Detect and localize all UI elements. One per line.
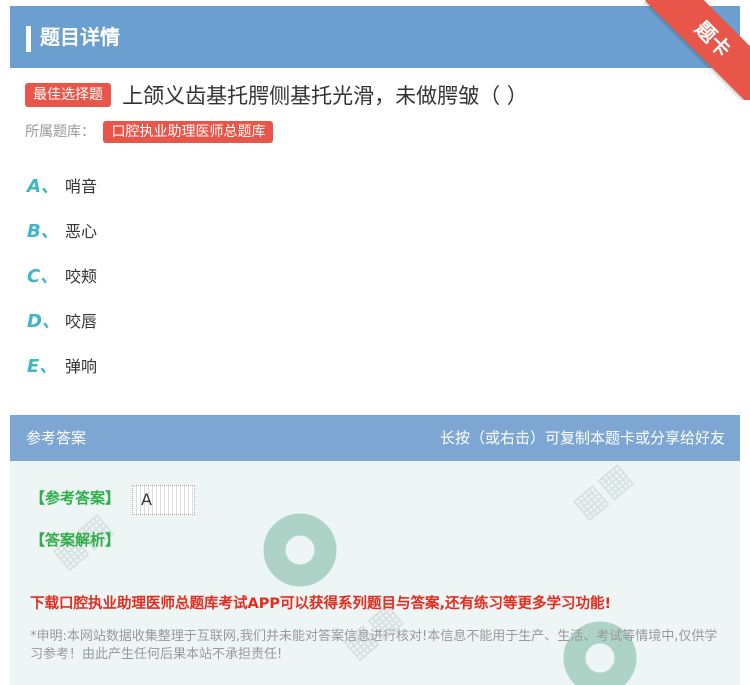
option-letter: D、 xyxy=(27,311,60,332)
page-header: 题目详情 xyxy=(10,6,740,68)
option-letter: E、 xyxy=(27,356,58,377)
page-title: 题目详情 xyxy=(40,25,120,49)
question: 最佳选择题 上颌义齿基托腭侧基托光滑，未做腭皱（ ） xyxy=(25,80,725,110)
source-library-link[interactable]: 口腔执业助理医师总题库 xyxy=(103,121,274,143)
answer-section-title: 参考答案 xyxy=(26,429,87,447)
option-letter: B、 xyxy=(27,221,59,242)
download-app-link[interactable]: 下载口腔执业助理医师总题库考试APP可以获得系列题目与答案,还有练习等更多学习功… xyxy=(30,592,611,613)
header-accent-bar xyxy=(26,26,31,52)
analysis-label: 【答案解析】 xyxy=(30,531,121,549)
options-list: A、 哨音 B、 恶心 C、 咬颊 D、 咬唇 E、 弹响 xyxy=(27,173,97,398)
option-c[interactable]: C、 咬颊 xyxy=(27,263,97,308)
option-e[interactable]: E、 弹响 xyxy=(27,353,97,398)
answer-section-body: ▦▦ ▦▦ ▦▦ 【参考答案】 A 【答案解析】 下载口腔执业助理医师总题库考试… xyxy=(10,461,740,685)
option-text: 咬唇 xyxy=(65,312,98,331)
option-letter: A、 xyxy=(27,176,59,197)
answer-label: 【参考答案】 xyxy=(30,489,121,507)
option-b[interactable]: B、 恶心 xyxy=(27,218,97,263)
option-text: 恶心 xyxy=(65,222,98,241)
answer-image: A xyxy=(132,485,195,515)
option-text: 弹响 xyxy=(65,357,98,376)
source-label: 所属题库： xyxy=(25,124,95,140)
option-text: 哨音 xyxy=(65,177,98,196)
question-type-tag: 最佳选择题 xyxy=(25,83,111,107)
question-source: 所属题库： 口腔执业助理医师总题库 xyxy=(25,121,274,143)
disclaimer: *申明:本网站数据收集整理于互联网,我们并未能对答案信息进行核对!本信息不能用于… xyxy=(30,629,718,662)
option-d[interactable]: D、 咬唇 xyxy=(27,308,97,353)
option-text: 咬颊 xyxy=(65,267,98,286)
option-letter: C、 xyxy=(27,266,59,287)
watermark-logo-icon xyxy=(263,513,337,587)
watermark-icon: ▦▦ xyxy=(564,461,640,527)
option-a[interactable]: A、 哨音 xyxy=(27,173,97,218)
share-hint: 长按（或右击）可复制本题卡或分享给好友 xyxy=(439,429,725,447)
answer-section-header: 参考答案 长按（或右击）可复制本题卡或分享给好友 xyxy=(10,415,740,461)
question-text: 上颌义齿基托腭侧基托光滑，未做腭皱（ ） xyxy=(122,84,528,108)
